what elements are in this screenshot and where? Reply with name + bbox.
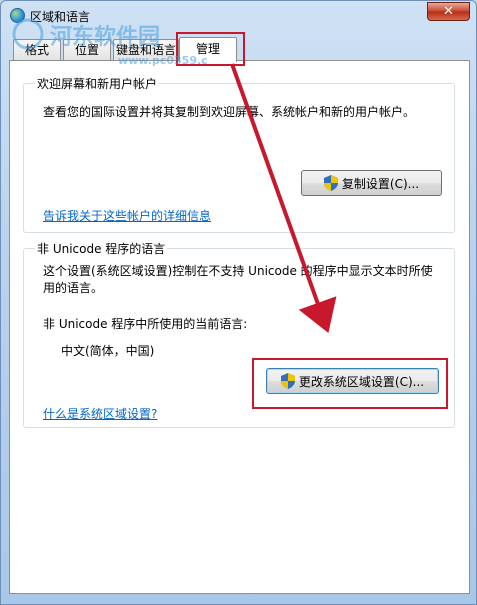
- tab-keyboard-language[interactable]: 键盘和语言: [113, 39, 179, 61]
- current-language-label: 非 Unicode 程序中所使用的当前语言:: [43, 317, 248, 331]
- non-unicode-description-line2: 用的语言。: [43, 281, 104, 295]
- tab-location[interactable]: 位置: [63, 39, 111, 61]
- tab-format[interactable]: 格式: [13, 39, 61, 61]
- uac-shield-icon: [323, 175, 338, 191]
- tab-strip: 格式 位置 键盘和语言 管理: [9, 37, 469, 62]
- welcome-description: 查看您的国际设置并将其复制到欢迎屏幕、系统帐户和新的用户帐户。: [43, 105, 416, 119]
- title-bar[interactable]: 区域和语言 ✕: [1, 1, 476, 31]
- window-title: 区域和语言: [30, 10, 91, 24]
- non-unicode-group-title: 非 Unicode 程序的语言: [35, 240, 168, 257]
- change-system-locale-label: 更改系统区域设置(C)...: [298, 374, 425, 389]
- close-button[interactable]: ✕: [427, 2, 470, 21]
- non-unicode-description-line1: 这个设置(系统区域设置)控制在不支持 Unicode 的程序中显示文本时所使: [43, 264, 433, 278]
- region-language-window: 区域和语言 ✕ 格式 位置 键盘和语言 管理 欢迎屏幕和新用户帐户 查看您的国际…: [0, 0, 477, 605]
- copy-settings-label: 复制设置(C)...: [341, 176, 420, 191]
- change-system-locale-button[interactable]: 更改系统区域设置(C)...: [266, 368, 439, 394]
- tab-panel-administrative: 欢迎屏幕和新用户帐户 查看您的国际设置并将其复制到欢迎屏幕、系统帐户和新的用户帐…: [9, 60, 470, 594]
- copy-settings-button[interactable]: 复制设置(C)...: [301, 170, 442, 196]
- what-is-system-locale-link[interactable]: 什么是系统区域设置?: [43, 405, 157, 422]
- globe-icon: [10, 8, 25, 23]
- uac-shield-icon: [280, 373, 295, 389]
- accounts-details-link[interactable]: 告诉我关于这些帐户的详细信息: [43, 207, 211, 224]
- current-language-value: 中文(简体，中国): [61, 344, 155, 358]
- welcome-group-title: 欢迎屏幕和新用户帐户: [35, 75, 160, 92]
- tab-administrative[interactable]: 管理: [179, 37, 237, 62]
